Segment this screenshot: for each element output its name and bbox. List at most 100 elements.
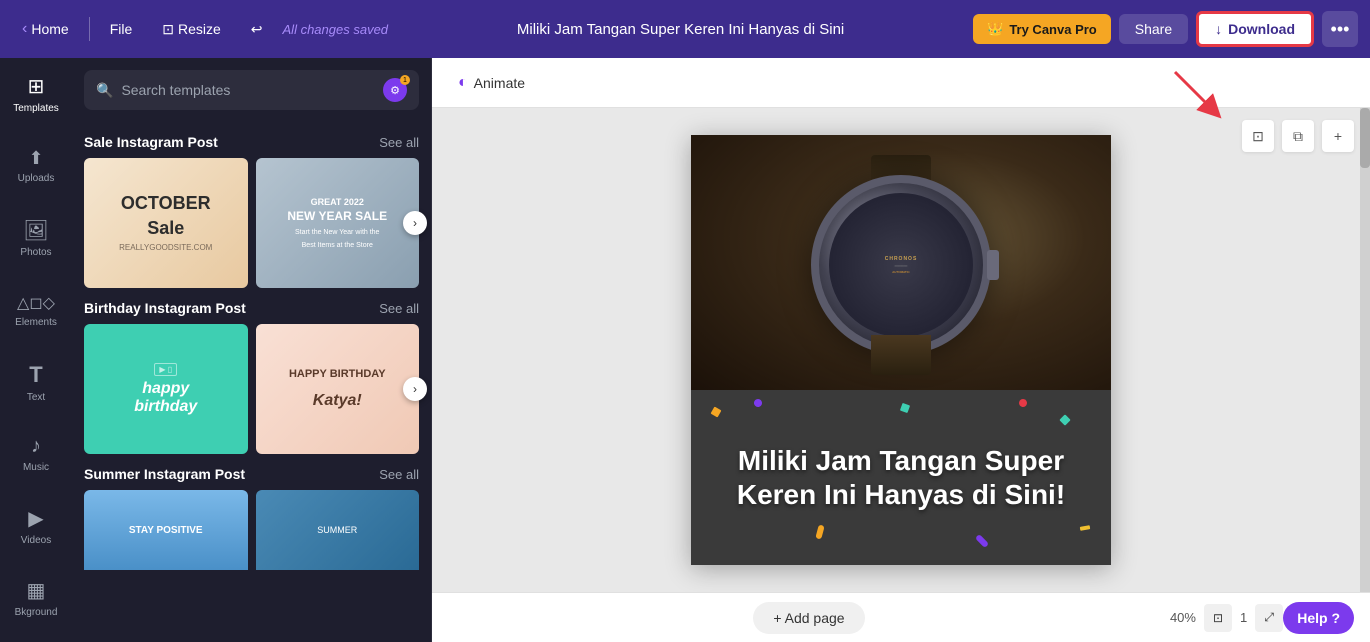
filter-button[interactable]: ⚙ 1: [383, 78, 407, 102]
template-card-happybday[interactable]: ▶ ▯ happybirthday: [84, 324, 248, 454]
add-section-button[interactable]: +: [1322, 120, 1354, 152]
birthday-section-title: Birthday Instagram Post: [84, 300, 246, 316]
topbar-right: 👑 Try Canva Pro Share ↓ Download •••: [973, 11, 1358, 47]
search-input[interactable]: [121, 82, 375, 98]
topbar-center: Miliki Jam Tangan Super Keren Ini Hanyas…: [398, 21, 963, 38]
birthday-see-all[interactable]: See all: [379, 301, 419, 316]
resize-button[interactable]: ⊡ Resize: [152, 15, 231, 44]
october-sub: Sale: [147, 218, 184, 239]
summer-template-grid: STAY POSITIVE SUMMER: [84, 490, 419, 610]
canvas-area: ◐ Animate ⊡ ⧉ +: [432, 58, 1370, 642]
try-pro-button[interactable]: 👑 Try Canva Pro: [973, 14, 1111, 44]
zoom-level: 40%: [1170, 610, 1196, 625]
videos-icon: ▶: [28, 506, 43, 531]
sidebar-item-templates[interactable]: ⊞ Templates: [0, 58, 72, 130]
zoom-controls: 40% ⊡ 1 ⤢: [1170, 604, 1283, 632]
sidebar-item-text[interactable]: T Text: [0, 346, 72, 418]
page-icon: ⊡: [1213, 611, 1223, 625]
sidebar-item-elements[interactable]: △◻◇ Elements: [0, 274, 72, 346]
text-icon: T: [29, 362, 42, 388]
watch-model: AUTOMATIC: [885, 270, 918, 274]
more-options-button[interactable]: •••: [1322, 11, 1358, 47]
page-number: 1: [1240, 610, 1247, 625]
birthday-template-grid: ▶ ▯ happybirthday HAPPY BIRTHDAYKatya! ›: [84, 324, 419, 454]
template-card-summer2[interactable]: SUMMER: [256, 490, 420, 610]
template-card-newyear[interactable]: GREAT 2022NEW YEAR SALEStart the New Yea…: [256, 158, 420, 288]
crop-tool-button[interactable]: ⊡: [1242, 120, 1274, 152]
birthday-next-arrow[interactable]: ›: [403, 377, 427, 401]
sidebar-item-music[interactable]: ♪ Music: [0, 418, 72, 490]
template-card-october[interactable]: OCTOBER Sale REALLYGOODSITE.COM: [84, 158, 248, 288]
music-icon: ♪: [31, 435, 41, 458]
copy-frame-icon: ⧉: [1293, 128, 1303, 145]
photos-icon: 🖼: [23, 218, 48, 243]
template-card-staypositive[interactable]: STAY POSITIVE: [84, 490, 248, 610]
share-button[interactable]: Share: [1119, 14, 1188, 44]
sale-template-grid: OCTOBER Sale REALLYGOODSITE.COM GREAT 20…: [84, 158, 419, 288]
sale-section-header: Sale Instagram Post See all: [84, 134, 419, 150]
watch-background: CHRONOS ━━━━━━━ AUTOMATIC: [691, 135, 1111, 395]
design-headline: Miliki Jam Tangan Super Keren Ini Hanyas…: [711, 444, 1091, 511]
add-page-container: + Add page: [448, 602, 1170, 634]
watch-body: CHRONOS ━━━━━━━ AUTOMATIC: [811, 175, 991, 355]
home-button[interactable]: ‹ Home: [12, 14, 79, 44]
sidebar-item-photos[interactable]: 🖼 Photos: [0, 202, 72, 274]
home-arrow-icon: ‹: [22, 20, 27, 38]
animate-button[interactable]: ◐ Animate: [448, 68, 535, 98]
confetti-4: [1018, 397, 1029, 408]
undo-icon: ↩: [251, 21, 263, 38]
canvas-scrollbar[interactable]: [1360, 108, 1370, 592]
topbar: ‹ Home File ⊡ Resize ↩ All changes saved…: [0, 0, 1370, 58]
design-canvas: CHRONOS ━━━━━━━ AUTOMATIC: [691, 135, 1111, 565]
template-card-katya[interactable]: HAPPY BIRTHDAYKatya!: [256, 324, 420, 454]
canvas-toolbar: ◐ Animate: [432, 58, 1370, 108]
katya-text: HAPPY BIRTHDAYKatya!: [289, 368, 386, 410]
undo-button[interactable]: ↩: [241, 15, 273, 44]
sale-next-arrow[interactable]: ›: [403, 211, 427, 235]
watch-subdial: ━━━━━━━: [885, 264, 918, 268]
help-button[interactable]: Help ?: [1283, 602, 1354, 634]
scrollbar-thumb[interactable]: [1360, 108, 1370, 168]
sale-section-title: Sale Instagram Post: [84, 134, 218, 150]
download-label: Download: [1228, 21, 1295, 37]
summer-section-header: Summer Instagram Post See all: [84, 466, 419, 482]
canvas-bottom: + Add page 40% ⊡ 1 ⤢ Help ?: [432, 592, 1370, 642]
document-title: Miliki Jam Tangan Super Keren Ini Hanyas…: [517, 21, 844, 38]
topbar-divider: [89, 17, 90, 41]
saved-status: All changes saved: [283, 22, 389, 37]
filter-icon-symbol: ⚙: [390, 84, 400, 97]
october-url: REALLYGOODSITE.COM: [119, 243, 212, 252]
crown-icon: 👑: [987, 21, 1003, 37]
file-button[interactable]: File: [100, 15, 143, 43]
topbar-left: ‹ Home File ⊡ Resize ↩ All changes saved: [12, 14, 388, 44]
download-button[interactable]: ↓ Download: [1196, 11, 1314, 47]
confetti-8: [1080, 525, 1091, 531]
search-icon: 🔍: [96, 82, 113, 99]
copy-frame-button[interactable]: ⧉: [1282, 120, 1314, 152]
watch-strap-bottom: [871, 335, 931, 375]
zoom-page-button[interactable]: ⊡: [1204, 604, 1232, 632]
fullscreen-icon: ⤢: [1264, 610, 1274, 625]
sidebar-item-background[interactable]: ▦ Bkground: [0, 562, 72, 634]
templates-panel: 🔍 ⚙ 1 Sale Instagram Post See all OCTOBE…: [72, 58, 432, 642]
design-text-area: Miliki Jam Tangan Super Keren Ini Hanyas…: [691, 390, 1111, 565]
sidebar-item-uploads[interactable]: ⬆ Uploads: [0, 130, 72, 202]
sale-see-all[interactable]: See all: [379, 135, 419, 150]
resize-label: Resize: [178, 21, 221, 37]
add-page-button[interactable]: + Add page: [753, 602, 864, 634]
summer-see-all[interactable]: See all: [379, 467, 419, 482]
share-label: Share: [1135, 21, 1172, 37]
confetti-6: [975, 533, 989, 547]
uploads-icon: ⬆: [28, 148, 43, 169]
birthday-section-header: Birthday Instagram Post See all: [84, 300, 419, 316]
watch-brand: CHRONOS: [885, 256, 918, 262]
sidebar-item-videos[interactable]: ▶ Videos: [0, 490, 72, 562]
home-label: Home: [31, 21, 68, 37]
canvas-right-tools: ⊡ ⧉ +: [1242, 120, 1354, 152]
search-bar: 🔍 ⚙ 1: [84, 70, 419, 110]
background-icon: ▦: [27, 578, 46, 603]
crop-icon: ⊡: [1252, 128, 1264, 145]
fullscreen-button[interactable]: ⤢: [1255, 604, 1283, 632]
animate-label: Animate: [474, 75, 525, 91]
icon-sidebar: ⊞ Templates ⬆ Uploads 🖼 Photos △◻◇ Eleme…: [0, 58, 72, 642]
